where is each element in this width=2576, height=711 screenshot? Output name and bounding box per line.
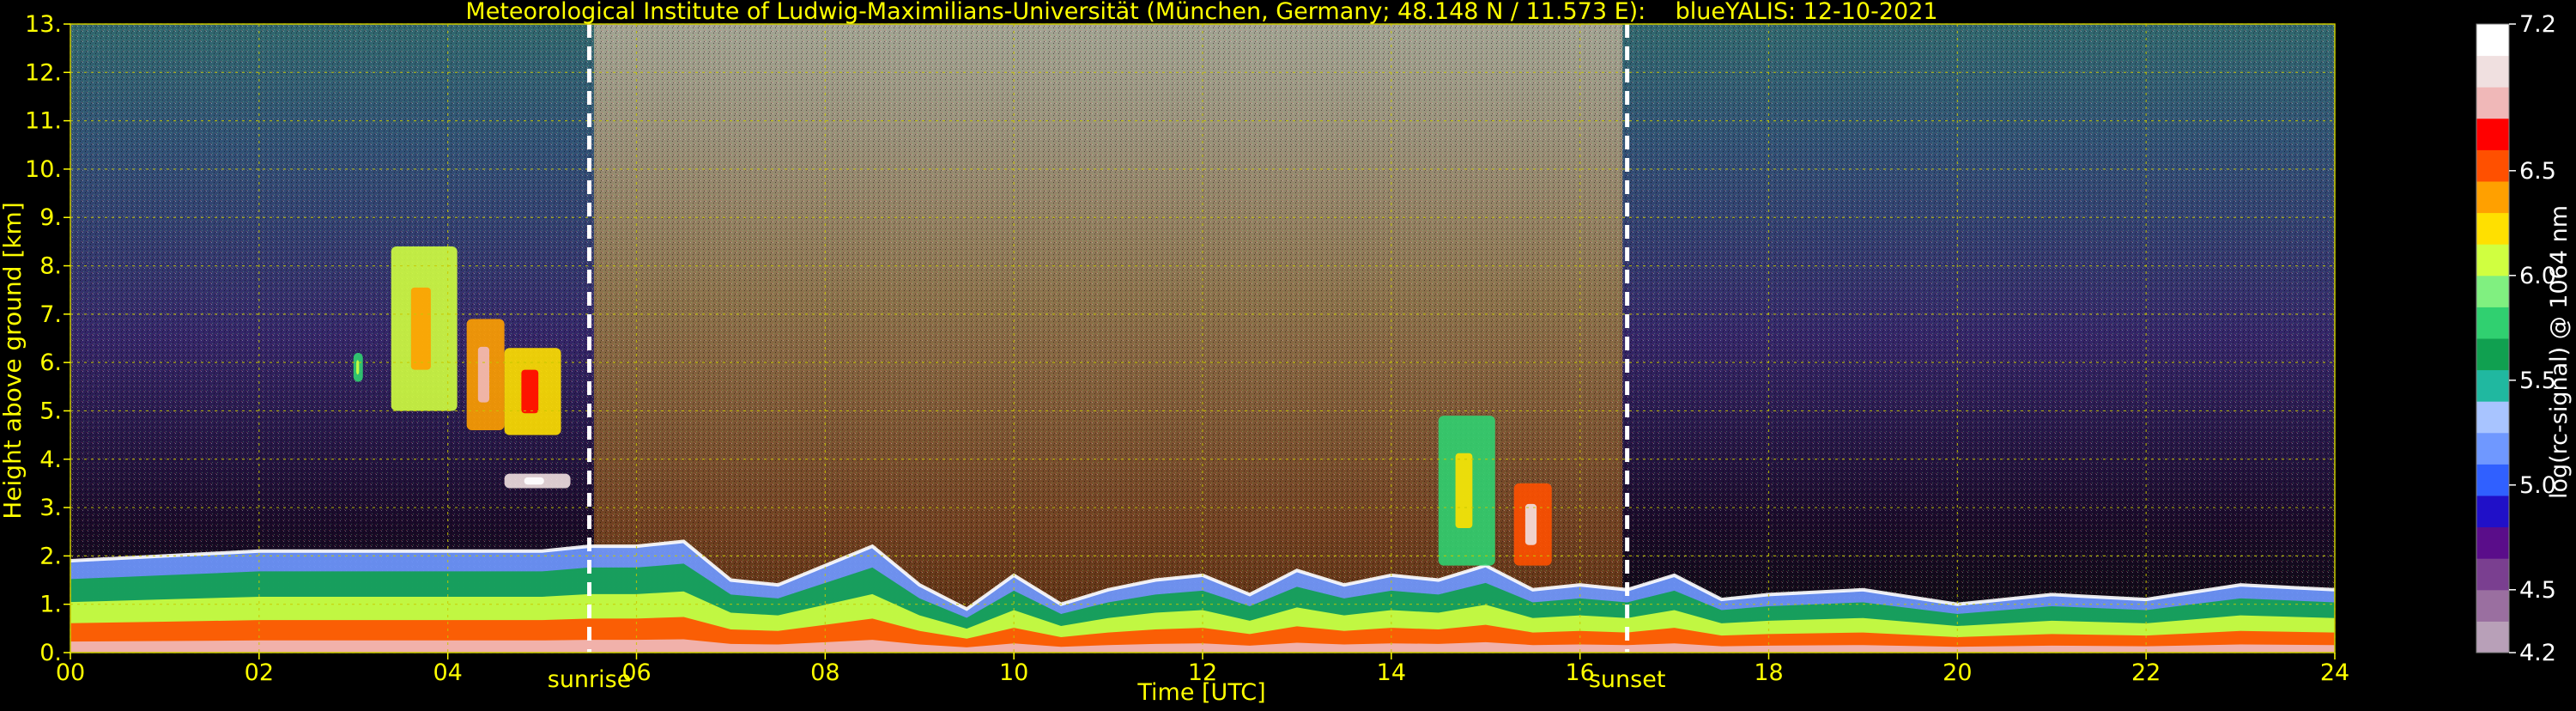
colorbar-swatch: [2476, 589, 2509, 622]
plot-area: [70, 23, 2336, 653]
colorbar-swatch: [2476, 526, 2509, 559]
colorbar-swatch: [2476, 212, 2509, 245]
x-tick-label: 20: [1943, 659, 1972, 686]
y-tick-label: 3.: [39, 495, 62, 521]
colorbar-swatch: [2476, 244, 2509, 276]
cloud-core-4: [524, 477, 544, 485]
colorbar-tick-label: 6.5: [2519, 158, 2556, 185]
y-tick-label: 9.: [39, 204, 62, 231]
colorbar-tick-label: 4.5: [2519, 577, 2556, 604]
colorbar-swatch: [2476, 401, 2509, 434]
y-tick-label: 0.: [39, 640, 62, 666]
x-tick-label: 22: [2131, 659, 2161, 686]
cloud-core-0: [356, 360, 360, 375]
y-tick-label: 8.: [39, 253, 62, 280]
x-tick-label: 02: [245, 659, 274, 686]
colorbar-swatches: [2476, 23, 2510, 653]
y-axis-ticks: 0. 1. 2. 3. 4. 5. 6. 7. 8. 9. 10. 11. 12. 13.: [25, 11, 70, 666]
y-tick-label: 11.: [25, 108, 62, 135]
x-tick-label: 24: [2320, 659, 2349, 686]
colorbar-label: log(rc-signal) @ 1064 nm: [2546, 205, 2573, 499]
chart-title: Meteorological Institute of Ludwig-Maxim…: [465, 0, 1937, 25]
lidar-chart: 00 02 04 06 08 10 12 14 16 18 20 22 24 0. 1. 2. 3. 4. 5. 6…: [0, 0, 2576, 708]
colorbar-swatch: [2476, 369, 2509, 402]
colorbar-swatch: [2476, 338, 2509, 371]
y-tick-label: 2.: [39, 543, 62, 569]
x-tick-label: 14: [1377, 659, 1406, 686]
colorbar-tick-label: 4.2: [2519, 640, 2556, 666]
annotations: sunrise sunset: [548, 666, 1666, 693]
colorbar-swatch: [2476, 621, 2509, 653]
y-tick-label: 13.: [25, 11, 62, 38]
colorbar: 4.24.55.05.56.06.57.2 log(rc-signal) @ 1…: [2476, 11, 2573, 666]
colorbar-tick-label: 7.2: [2519, 11, 2556, 38]
x-tick-label: 08: [810, 659, 839, 686]
cloud-core-1: [410, 287, 431, 370]
colorbar-swatch: [2476, 464, 2509, 496]
y-tick-label: 4.: [39, 447, 62, 473]
y-tick-label: 7.: [39, 301, 62, 328]
y-axis-label: Height above ground [km]: [0, 202, 27, 520]
cloud-core-5: [1455, 453, 1473, 529]
cloud-core-2: [477, 346, 490, 403]
colorbar-swatch: [2476, 87, 2509, 119]
colorbar-swatch: [2476, 558, 2509, 591]
colorbar-swatch: [2476, 495, 2509, 528]
sunset-label: sunset: [1589, 666, 1666, 693]
y-tick-label: 5.: [39, 398, 62, 424]
cloud-core-6: [1524, 503, 1537, 545]
colorbar-swatch: [2476, 307, 2509, 339]
sunrise-label: sunrise: [548, 666, 632, 693]
x-tick-label: 10: [999, 659, 1028, 686]
y-tick-label: 10.: [25, 156, 62, 183]
colorbar-swatch: [2476, 24, 2509, 57]
colorbar-swatch: [2476, 181, 2509, 214]
colorbar-swatch: [2476, 275, 2509, 307]
colorbar-swatch: [2476, 55, 2509, 88]
x-tick-label: 18: [1754, 659, 1783, 686]
colorbar-swatch: [2476, 149, 2509, 182]
x-axis-label: Time [UTC]: [1136, 679, 1265, 706]
chart-svg: 00 02 04 06 08 10 12 14 16 18 20 22 24 0.1.2.3.4.5.6…: [0, 0, 2573, 706]
colorbar-swatch: [2476, 118, 2509, 150]
y-tick-label: 6.: [39, 349, 62, 376]
x-tick-label: 04: [433, 659, 462, 686]
colorbar-swatch: [2476, 432, 2509, 465]
y-tick-label: 12.: [25, 59, 62, 86]
y-tick-label: 1.: [39, 592, 62, 618]
cloud-core-3: [521, 369, 539, 414]
